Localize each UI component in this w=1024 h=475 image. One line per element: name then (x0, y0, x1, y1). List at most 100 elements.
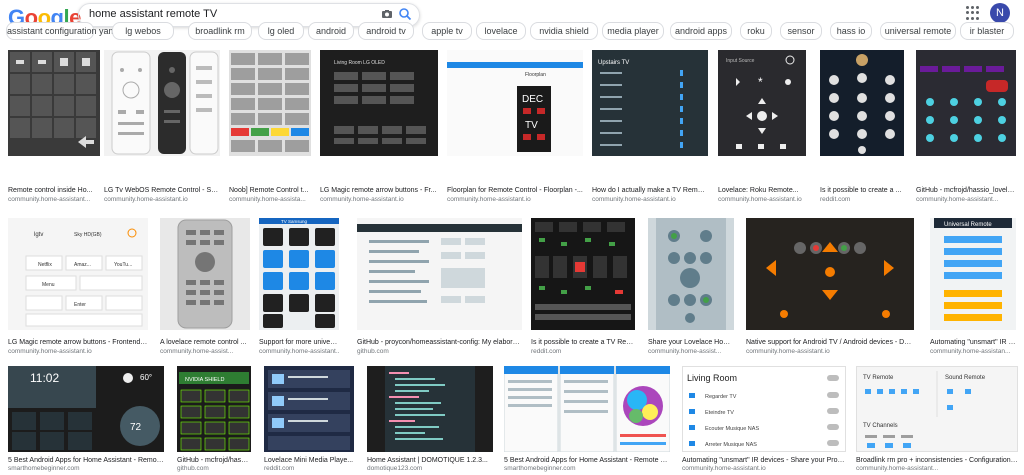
result-tile[interactable]: TV Samsung Support for more universa... … (259, 218, 339, 358)
thumbnail[interactable]: Living Room LG OLED (320, 50, 438, 156)
result-caption[interactable]: Support for more universa... (259, 338, 339, 347)
result-caption[interactable]: LG Magic remote arrow buttons - Frontend… (8, 338, 148, 347)
result-source: community.home-assistant.io (592, 196, 676, 203)
result-caption[interactable]: GitHub - proycon/homeassistant-config: M… (357, 338, 522, 347)
thumb-label: Universal Remote (944, 222, 992, 228)
result-caption[interactable]: Remote control inside Ho... (8, 186, 100, 195)
thumbnail[interactable]: Input Source * (718, 50, 806, 156)
result-caption[interactable]: GitHub - mcfrojd/hassio_lovela... (916, 186, 1016, 195)
result-caption[interactable]: Is it possible to create a ... (820, 186, 904, 195)
chip[interactable]: android tv (358, 22, 414, 40)
chip[interactable]: nvidia shield (530, 22, 598, 40)
result-tile[interactable]: GitHub - proycon/homeassistant-config: M… (357, 218, 522, 358)
thumbnail[interactable] (104, 50, 220, 156)
result-caption[interactable]: Lovelace Mini Media Playe... (264, 456, 354, 465)
result-caption[interactable]: Floorplan for Remote Control - Floorplan… (447, 186, 583, 195)
chip[interactable]: lovelace (476, 22, 526, 40)
thumbnail[interactable]: Floorplan DEC TV (447, 50, 583, 156)
result-caption[interactable]: How do I actually make a TV Remot... (592, 186, 708, 195)
result-tile[interactable]: Home Assistant | DOMOTIQUE 1.2.3... domo… (367, 366, 493, 474)
chip[interactable]: assistant configuration yaml (6, 22, 118, 40)
result-tile[interactable]: Remote control inside Ho... community.ho… (8, 50, 100, 206)
chip[interactable]: lg oled (258, 22, 304, 40)
apps-grid-icon[interactable] (966, 6, 980, 20)
chip[interactable]: media player (602, 22, 664, 40)
chip[interactable]: android apps (670, 22, 732, 40)
thumbnail[interactable] (229, 50, 311, 156)
thumbnail[interactable]: TV Remote Sound Remote TV Channels (856, 366, 1018, 452)
thumbnail[interactable]: Upstairs TV (592, 50, 708, 156)
result-caption[interactable]: 5 Best Android Apps for Home Assistant -… (8, 456, 164, 465)
thumbnail[interactable] (264, 366, 354, 452)
result-caption[interactable]: A lovelace remote control ... (160, 338, 250, 347)
result-tile[interactable]: lgtv Sky HD(GB) Netflix Amaz... YouTu...… (8, 218, 148, 358)
result-caption[interactable]: Home Assistant | DOMOTIQUE 1.2.3... (367, 456, 493, 465)
chip[interactable]: apple tv (422, 22, 472, 40)
result-source: community.home-assistant... (916, 196, 999, 203)
result-caption[interactable]: Share your Lovelace Home... (648, 338, 734, 347)
thumbnail[interactable] (504, 366, 670, 452)
thumbnail[interactable] (357, 218, 522, 330)
result-caption[interactable]: Broadlink rm pro + inconsistencies - Con… (856, 456, 1018, 465)
chip[interactable]: broadlink rm (188, 22, 252, 40)
thumbnail[interactable] (8, 50, 100, 156)
thumbnail[interactable]: Living Room Regarder TV Eteindre TV Ecou… (682, 366, 846, 452)
chip[interactable]: universal remote (880, 22, 956, 40)
thumbnail[interactable] (916, 50, 1016, 156)
result-tile[interactable]: Is it possible to create a ... reddit.co… (820, 50, 904, 206)
chip[interactable]: lg webos (112, 22, 174, 40)
result-tile[interactable]: TV Remote Sound Remote TV Channels Broad… (856, 366, 1018, 474)
result-caption[interactable]: Automating "unsmart" IR d... (930, 338, 1016, 347)
thumb-label: TV Samsung (281, 219, 308, 224)
chip[interactable]: hass io (830, 22, 872, 40)
chip[interactable]: sensor (780, 22, 822, 40)
result-tile[interactable]: Native support for Android TV / Android … (746, 218, 914, 358)
thumbnail[interactable] (160, 218, 250, 330)
result-tile[interactable]: Living Room LG OLED LG Magic remote arro… (320, 50, 438, 206)
search-icon[interactable] (398, 7, 412, 21)
thumbnail[interactable] (531, 218, 635, 330)
result-tile[interactable]: 5 Best Android Apps for Home Assistant -… (504, 366, 670, 474)
result-tile[interactable]: Universal Remote Automating "unsmart" IR… (930, 218, 1016, 358)
chip[interactable]: roku (740, 22, 772, 40)
thumbnail[interactable]: Universal Remote (930, 218, 1016, 330)
result-tile[interactable]: NVIDIA SHIELD GitHub - mcfrojd/hassi... … (177, 366, 251, 474)
result-tile[interactable]: A lovelace remote control ... community.… (160, 218, 250, 358)
thumb-label: 60° (140, 373, 152, 382)
result-caption[interactable]: 5 Best Android Apps for Home Assistant -… (504, 456, 670, 465)
thumbnail[interactable] (746, 218, 914, 330)
camera-icon[interactable] (381, 8, 393, 20)
result-caption[interactable]: Is it possible to create a TV Rem... (531, 338, 635, 347)
thumb-label: Sound Remote (945, 375, 986, 381)
result-caption[interactable]: GitHub - mcfrojd/hassi... (177, 456, 251, 465)
search-query[interactable]: home assistant remote TV (89, 8, 217, 20)
result-tile[interactable]: Lovelace Mini Media Playe... reddit.com (264, 366, 354, 474)
result-caption[interactable]: Native support for Android TV / Android … (746, 338, 914, 347)
result-tile[interactable]: Noob] Remote Control t... community.home… (229, 50, 311, 206)
thumbnail[interactable] (820, 50, 904, 156)
chip[interactable]: ir blaster (960, 22, 1014, 40)
result-caption[interactable]: LG Tv WebOS Remote Control - Sha... (104, 186, 220, 195)
result-tile[interactable]: Share your Lovelace Home... community.ho… (648, 218, 734, 358)
thumbnail[interactable]: TV Samsung (259, 218, 339, 330)
avatar[interactable]: N (990, 3, 1010, 23)
thumbnail[interactable]: NVIDIA SHIELD (177, 366, 251, 452)
thumbnail[interactable]: lgtv Sky HD(GB) Netflix Amaz... YouTu...… (8, 218, 148, 330)
thumbnail[interactable] (367, 366, 493, 452)
result-caption[interactable]: Automating "unsmart" IR devices - Share … (682, 456, 846, 465)
result-caption[interactable]: Lovelace: Roku Remote... (718, 186, 806, 195)
thumbnail[interactable] (648, 218, 734, 330)
result-tile[interactable]: Is it possible to create a TV Rem... red… (531, 218, 635, 358)
result-source: community.home-assista... (229, 196, 306, 203)
result-caption[interactable]: LG Magic remote arrow buttons - Fr... (320, 186, 438, 195)
chip[interactable]: android (308, 22, 354, 40)
result-caption[interactable]: Noob] Remote Control t... (229, 186, 311, 195)
result-tile[interactable]: Floorplan DEC TV Floorplan for Remote Co… (447, 50, 583, 206)
result-tile[interactable]: 11:02 60° 72 5 Best Android Apps for Hom… (8, 366, 164, 474)
result-tile[interactable]: Living Room Regarder TV Eteindre TV Ecou… (682, 366, 846, 474)
thumbnail[interactable]: 11:02 60° 72 (8, 366, 164, 452)
result-tile[interactable]: LG Tv WebOS Remote Control - Sha... comm… (104, 50, 220, 206)
result-tile[interactable]: Upstairs TV How do I actually make a TV … (592, 50, 708, 206)
result-tile[interactable]: GitHub - mcfrojd/hassio_lovela... commun… (916, 50, 1016, 206)
result-tile[interactable]: Input Source * Lovelace: Roku Remote... … (718, 50, 806, 206)
